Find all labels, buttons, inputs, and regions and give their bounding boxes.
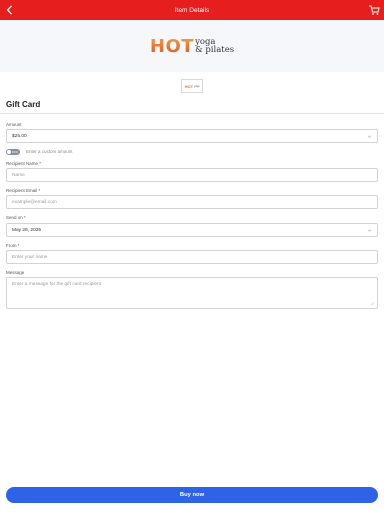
chevron-left-icon[interactable] [4,4,16,16]
send-on-label: Send on * [6,215,26,220]
logo-line2: & pilates [195,45,235,55]
recipient-name-input[interactable]: Name [6,168,378,182]
thumb-line1: yoga [194,84,200,88]
recipient-name-placeholder: Name [12,172,25,178]
send-on-date-picker[interactable]: May 26, 2025 [6,223,378,237]
send-on-value: May 26, 2025 [12,227,42,233]
header-bar: Item Details [0,0,384,20]
from-input[interactable]: Enter your name [6,250,378,264]
message-textarea[interactable]: Enter a message for the gift card recipi… [6,277,378,309]
custom-amount-toggle[interactable]: OFF [6,149,20,155]
amount-value: $25.00 [12,133,27,139]
form-title: Gift Card [6,100,41,109]
recipient-name-label: Recipient Name * [6,161,42,166]
recipient-email-placeholder: example@email.com [12,199,57,205]
message-label: Message [6,270,25,275]
amount-select[interactable]: $25.00 [6,129,378,143]
recipient-email-input[interactable]: example@email.com [6,195,378,209]
divider [0,113,384,114]
recipient-email-label: Recipient Email * [6,188,41,193]
chevron-down-icon [367,229,372,232]
brand-logo: HOT yoga & pilates [148,31,236,61]
from-placeholder: Enter your name [12,254,48,260]
amount-label: Amount [6,122,22,127]
logo-subtext: yoga & pilates [195,38,235,55]
chevron-down-icon [367,135,372,138]
gift-card-thumbnail[interactable]: HOT yoga [181,79,203,93]
from-label: From * [6,243,20,248]
toggle-state: OFF [12,150,18,154]
logo-hot: HOT [149,35,195,57]
toggle-knob [7,150,11,154]
thumb-hot: HOT [184,83,194,89]
resize-grip-icon[interactable] [370,301,375,306]
cart-icon[interactable] [368,4,380,16]
brand-banner: HOT yoga & pilates [0,20,384,72]
custom-amount-label: Enter a custom amount [26,149,73,154]
page-title: Item Details [174,6,210,14]
buy-now-button[interactable]: Buy now [6,487,378,503]
message-placeholder: Enter a message for the gift card recipi… [12,282,102,287]
